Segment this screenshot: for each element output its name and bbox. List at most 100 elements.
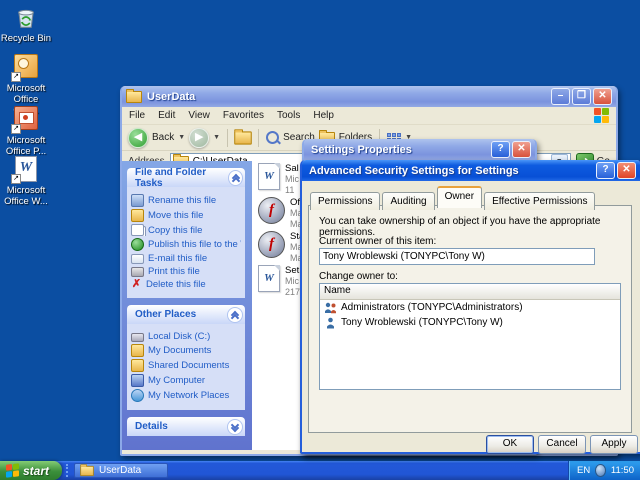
clock[interactable]: 11:50	[611, 465, 634, 476]
maximize-button[interactable]: ❐	[572, 88, 591, 105]
start-button[interactable]: start	[0, 461, 62, 480]
forward-dropdown-icon[interactable]: ▼	[213, 134, 220, 141]
email-icon	[131, 254, 144, 264]
copy-icon	[131, 224, 144, 236]
tray-status-icon[interactable]	[595, 464, 606, 477]
move-icon	[131, 209, 144, 222]
task-move[interactable]: Move this file	[131, 209, 241, 222]
close-button[interactable]: ✕	[512, 141, 531, 158]
menu-help[interactable]: Help	[313, 110, 334, 121]
forward-icon[interactable]: ▶	[189, 127, 210, 148]
shortcut-arrow-icon: ↗	[11, 124, 21, 134]
menu-edit[interactable]: Edit	[158, 110, 175, 121]
tab-effective-permissions[interactable]: Effective Permissions	[484, 192, 596, 210]
task-email[interactable]: E-mail this file	[131, 253, 241, 264]
other-places-section: Other Places Local Disk (C:) My Document…	[127, 305, 245, 410]
section-title: Other Places	[135, 309, 197, 320]
desktop: Recycle Bin ↗ MicrosoftOffice Outl... ↗ …	[0, 0, 640, 480]
back-button-label[interactable]: Back	[152, 132, 174, 143]
help-button[interactable]: ?	[596, 162, 615, 179]
publish-web-icon	[131, 238, 144, 251]
collapse-chevron-icon[interactable]	[228, 169, 243, 186]
place-local-disk[interactable]: Local Disk (C:)	[131, 331, 241, 342]
place-my-computer[interactable]: My Computer	[131, 374, 241, 387]
start-label: start	[23, 463, 50, 478]
task-rename[interactable]: Rename this file	[131, 194, 241, 207]
help-button[interactable]: ?	[491, 141, 510, 158]
file-folder-tasks-section: File and Folder Tasks Rename this file M…	[127, 168, 245, 298]
minimize-button[interactable]: –	[551, 88, 570, 105]
list-item-tony[interactable]: Tony Wroblewski (TONYPC\Tony W)	[320, 315, 620, 330]
task-delete[interactable]: ✗ Delete this file	[131, 279, 241, 290]
language-indicator[interactable]: EN	[577, 465, 590, 476]
desktop-icon-label: Recycle Bin	[0, 33, 52, 44]
desktop-icon-powerpoint[interactable]: ↗ Microsoft Office P...	[0, 104, 52, 157]
window-title: Settings Properties	[311, 143, 412, 156]
apply-button[interactable]: Apply	[590, 435, 638, 454]
network-places-icon	[131, 389, 144, 402]
list-column-header[interactable]: Name	[320, 284, 620, 300]
section-header[interactable]: Details	[127, 417, 245, 436]
back-icon[interactable]: ◀	[128, 127, 148, 148]
expand-chevron-icon[interactable]	[227, 418, 243, 435]
task-pane: File and Folder Tasks Rename this file M…	[122, 161, 252, 450]
taskbar: start UserData EN 11:50	[0, 461, 640, 480]
task-copy[interactable]: Copy this file	[131, 224, 241, 236]
description-text: You can take ownership of an object if y…	[319, 216, 601, 238]
windows-logo-icon	[594, 108, 609, 123]
group-icon	[325, 302, 336, 313]
menu-favorites[interactable]: Favorites	[223, 110, 264, 121]
section-header[interactable]: File and Folder Tasks	[127, 168, 245, 189]
print-icon	[131, 267, 144, 277]
owner-list[interactable]: Name Administrators (TONYPC\Administrato…	[319, 283, 621, 390]
task-print[interactable]: Print this file	[131, 266, 241, 277]
menu-tools[interactable]: Tools	[277, 110, 300, 121]
change-owner-label: Change owner to:	[319, 271, 398, 282]
owner-tab-page: You can take ownership of an object if y…	[308, 205, 632, 433]
current-owner-field[interactable]: Tony Wroblewski (TONYPC\Tony W)	[319, 248, 595, 265]
system-tray: EN 11:50	[568, 461, 640, 480]
flash-file-icon: f	[258, 231, 285, 258]
tab-auditing[interactable]: Auditing	[382, 192, 435, 210]
list-item-administrators[interactable]: Administrators (TONYPC\Administrators)	[320, 300, 620, 315]
window-title: UserData	[147, 90, 196, 103]
desktop-icon-recycle-bin[interactable]: Recycle Bin	[0, 4, 52, 44]
collapse-chevron-icon[interactable]	[227, 306, 243, 323]
desktop-icon-word[interactable]: W ↗ Microsoft Office W...	[0, 155, 52, 207]
explorer-title-bar[interactable]: UserData – ❐ ✕	[122, 86, 616, 107]
menu-bar: File Edit View Favorites Tools Help	[122, 107, 616, 125]
cancel-button[interactable]: Cancel	[538, 435, 586, 454]
section-header[interactable]: Other Places	[127, 305, 245, 324]
taskbar-button-userdata[interactable]: UserData	[74, 463, 168, 478]
window-title: Advanced Security Settings for Settings	[309, 164, 519, 177]
search-icon[interactable]	[266, 131, 280, 144]
desktop-icon-label: Microsoft	[6, 185, 46, 196]
shared-documents-icon	[131, 359, 144, 372]
menu-file[interactable]: File	[129, 110, 145, 121]
close-button[interactable]: ✕	[617, 162, 636, 179]
outlook-icon: ↗	[11, 54, 39, 82]
word-icon: W ↗	[11, 156, 39, 184]
menu-view[interactable]: View	[188, 110, 210, 121]
folder-icon	[126, 88, 142, 103]
word-document-icon: W	[258, 265, 280, 292]
advanced-security-dialog: Advanced Security Settings for Settings …	[300, 160, 640, 454]
up-folder-icon[interactable]	[234, 128, 252, 145]
ok-button[interactable]: OK	[486, 435, 534, 454]
tab-owner[interactable]: Owner	[436, 186, 483, 208]
task-publish-web[interactable]: Publish this file to the Web	[131, 238, 241, 251]
place-network[interactable]: My Network Places	[131, 389, 241, 402]
advanced-security-title-bar[interactable]: Advanced Security Settings for Settings …	[302, 160, 640, 181]
back-dropdown-icon[interactable]: ▼	[178, 134, 185, 141]
delete-icon: ✗	[131, 279, 142, 290]
section-title: Details	[135, 421, 168, 432]
shortcut-arrow-icon: ↗	[11, 174, 21, 184]
disk-icon	[131, 333, 144, 342]
file-item[interactable]: W Set Mic 217	[258, 265, 300, 298]
place-shared-documents[interactable]: Shared Documents	[131, 359, 241, 372]
close-button[interactable]: ✕	[593, 88, 612, 105]
settings-properties-title-bar[interactable]: Settings Properties ? ✕	[304, 139, 535, 160]
tab-permissions[interactable]: Permissions	[310, 192, 381, 210]
place-my-documents[interactable]: My Documents	[131, 344, 241, 357]
file-item[interactable]: W Sal Mic 11	[258, 163, 299, 196]
